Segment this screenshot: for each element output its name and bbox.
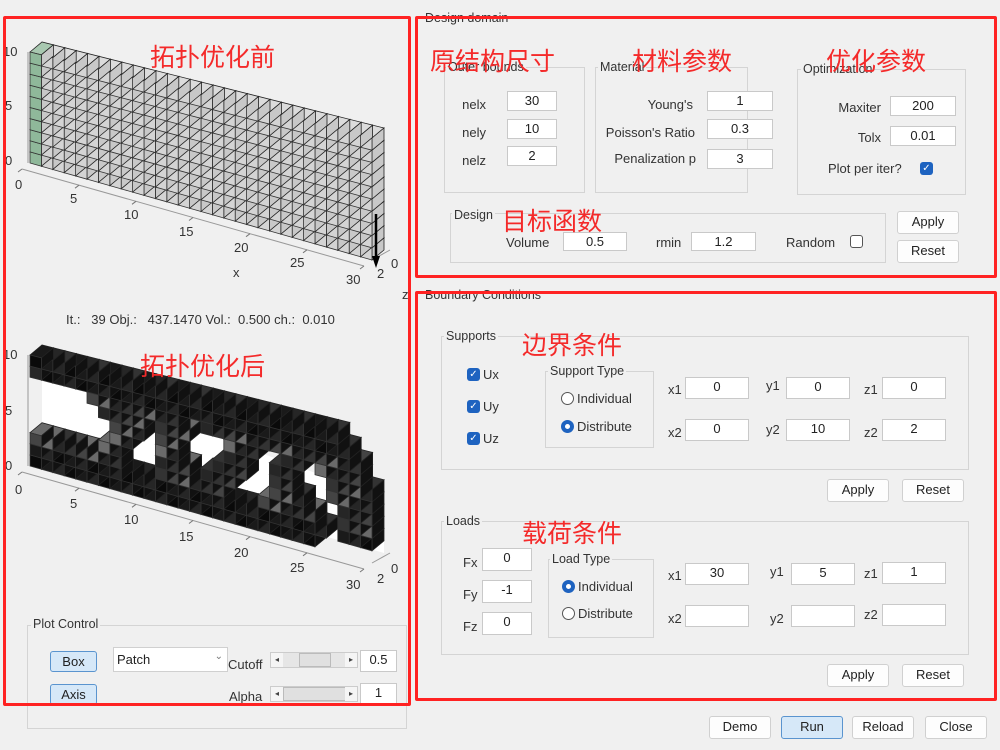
annotation-loads: 载荷条件: [522, 520, 623, 548]
run-button[interactable]: Run: [781, 716, 843, 739]
annotation-outer: 原结构尺寸: [430, 48, 556, 76]
close-button[interactable]: Close: [925, 716, 987, 739]
annotation-box-plots: [3, 16, 411, 706]
annotation-material: 材料参数: [632, 48, 733, 76]
annotation-bc: 边界条件: [522, 332, 623, 360]
demo-button[interactable]: Demo: [709, 716, 771, 739]
annotation-box-boundary: [415, 291, 997, 701]
annotation-optim: 优化参数: [826, 48, 927, 76]
reload-button[interactable]: Reload: [852, 716, 914, 739]
annotation-objective: 目标函数: [502, 208, 603, 236]
